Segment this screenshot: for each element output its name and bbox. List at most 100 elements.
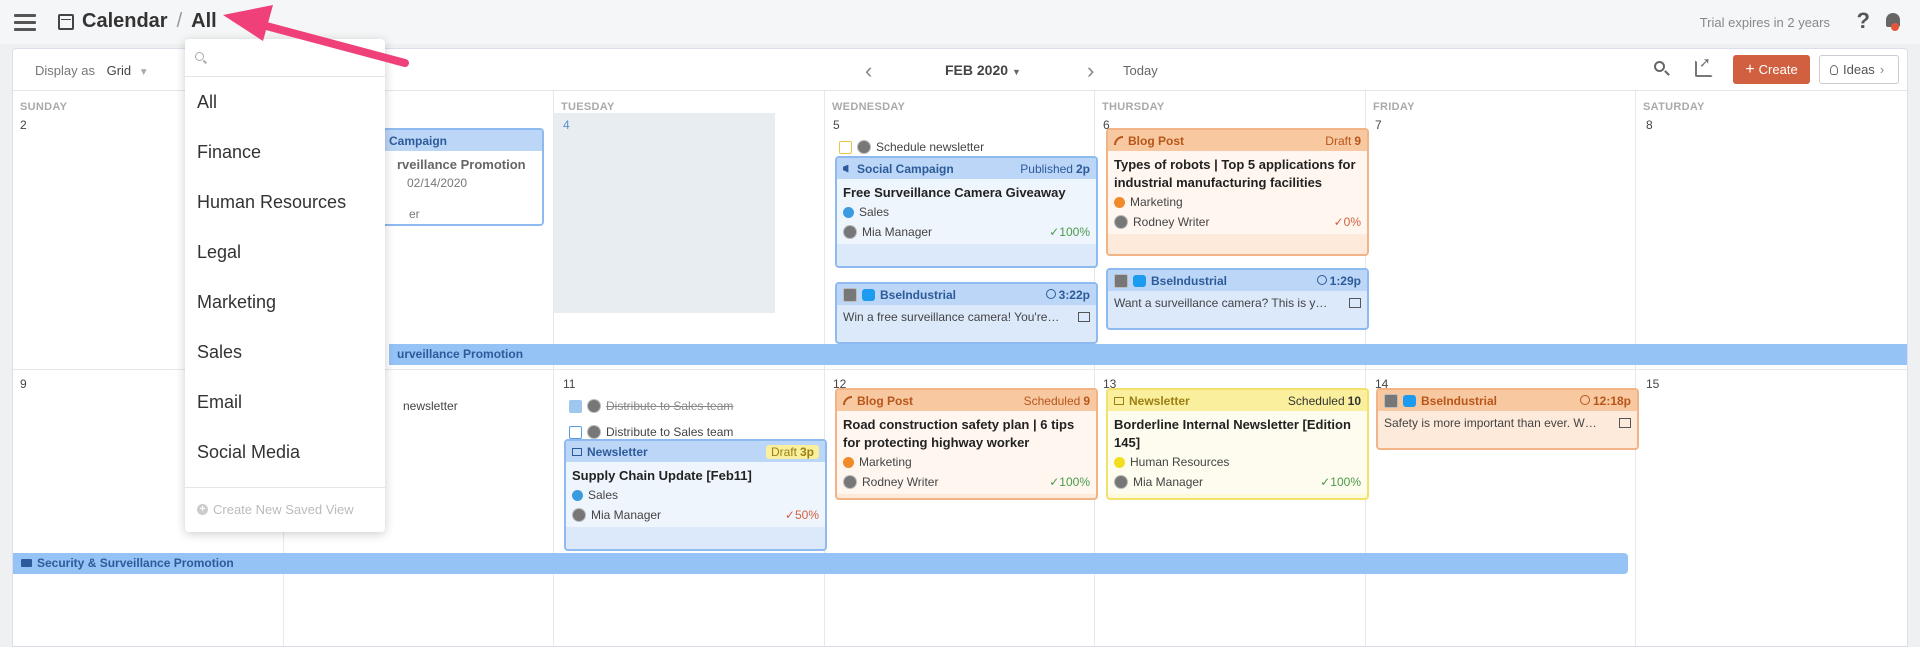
- date-number: 9: [20, 377, 27, 391]
- view-option-legal[interactable]: Legal: [185, 227, 385, 277]
- social-campaign-card[interactable]: Social Campaign Published 2p Free Surveill…: [835, 156, 1098, 268]
- avatar: [843, 475, 857, 489]
- next-month-button[interactable]: ›: [1087, 58, 1094, 84]
- task-checkbox-checked[interactable]: [569, 399, 582, 413]
- month-selector[interactable]: FEB 2020 ▼: [945, 62, 1021, 78]
- card-owner: Rodney Writer: [862, 475, 939, 489]
- day-header: SUNDAY: [20, 101, 68, 113]
- blog-post-card[interactable]: Blog Post Scheduled 9 Road construction sa…: [835, 388, 1098, 500]
- hr-dot-icon: [1114, 456, 1125, 468]
- card-header: Blog Post Draft 9: [1108, 130, 1367, 151]
- card-tag: Human Resources: [1130, 455, 1230, 469]
- card-status-value: 9: [1354, 133, 1361, 148]
- share-icon[interactable]: [1695, 54, 1713, 77]
- view-option-social-media[interactable]: Social Media: [185, 427, 385, 477]
- task-label: Distribute to Sales team: [606, 399, 734, 413]
- display-as-selector[interactable]: Display as Grid ▼: [35, 63, 149, 78]
- card-status: Draft: [770, 444, 797, 459]
- plus-icon: +: [1745, 61, 1755, 78]
- date-number: 8: [1646, 118, 1653, 132]
- card-title: Supply Chain Update [Feb11]: [572, 468, 752, 483]
- card-status: Scheduled: [1023, 393, 1081, 408]
- card-status-value: 10: [1347, 393, 1361, 408]
- task-item-done[interactable]: Distribute to Sales team: [569, 399, 733, 413]
- card-type: Blog Post: [857, 393, 913, 408]
- today-button[interactable]: Today: [1123, 63, 1158, 78]
- rss-icon: [843, 396, 852, 405]
- breadcrumb-separator: /: [176, 10, 183, 32]
- chevron-down-icon: ▼: [138, 67, 149, 78]
- display-as-value[interactable]: Grid: [107, 63, 132, 78]
- view-option-marketing[interactable]: Marketing: [185, 277, 385, 327]
- newsletter-card[interactable]: Newsletter Scheduled 10 Borderline Interna…: [1106, 388, 1369, 500]
- create-saved-view-button[interactable]: + Create New Saved View: [197, 502, 354, 517]
- card-snippet: Win a free surveillance camera! You're…: [843, 310, 1060, 324]
- help-icon[interactable]: ?: [1857, 8, 1870, 34]
- lightbulb-icon: [1830, 65, 1838, 75]
- previous-month-button[interactable]: ‹: [865, 58, 872, 84]
- card-tag: Sales: [588, 488, 619, 502]
- blog-post-card[interactable]: Blog Post Draft 9 Types of robots | Top 5 …: [1106, 128, 1369, 256]
- image-icon: [1619, 418, 1631, 428]
- card-header: BseIndustrial 1:29p: [1108, 270, 1367, 291]
- marketing-dot-icon: [843, 456, 854, 468]
- card-header: Blog Post Scheduled 9: [837, 390, 1096, 411]
- ideas-label: Ideas: [1843, 62, 1875, 77]
- clock-icon: [1579, 394, 1590, 405]
- sales-dot-icon: [572, 489, 583, 501]
- chevron-right-icon: ›: [1879, 62, 1885, 77]
- date-number: 7: [1375, 118, 1382, 132]
- tweet-card[interactable]: BseIndustrial 12:18p Safety is more impor…: [1376, 388, 1639, 450]
- month-label: FEB 2020: [945, 62, 1009, 78]
- task-item[interactable]: Schedule newsletter: [839, 140, 984, 154]
- trial-notice: Trial expires in 2 years: [1699, 15, 1830, 30]
- task-checkbox[interactable]: [839, 140, 852, 154]
- calendar-icon: [58, 13, 74, 30]
- card-account: BseIndustrial: [880, 287, 957, 302]
- date-number: 2: [20, 118, 27, 132]
- ideas-button[interactable]: Ideas ›: [1819, 55, 1899, 84]
- day-header: WEDNESDAY: [832, 101, 906, 113]
- card-date: 02/14/2020: [407, 176, 468, 190]
- card-header: Newsletter Scheduled 10: [1108, 390, 1367, 411]
- card-title: Free Surveillance Camera Giveaway: [843, 185, 1066, 200]
- menu-icon[interactable]: [14, 14, 36, 31]
- card-type: Newsletter: [1129, 393, 1190, 408]
- notification-bell-icon[interactable]: [1884, 11, 1902, 31]
- card-account: BseIndustrial: [1151, 273, 1228, 288]
- avatar: [1114, 215, 1128, 229]
- tweet-card[interactable]: BseIndustrial 3:22p Win a free surveillan…: [835, 282, 1098, 344]
- view-option-all[interactable]: All: [185, 77, 385, 127]
- card-owner: Mia Manager: [862, 225, 933, 239]
- campaign-span-bar[interactable]: urveillance Promotion: [389, 344, 1907, 365]
- card-title: rveillance Promotion: [397, 157, 526, 172]
- search-icon[interactable]: [1653, 60, 1671, 78]
- card-title: Road construction safety plan | 6 tips f…: [843, 417, 1075, 450]
- task-item[interactable]: Distribute to Sales team: [569, 425, 733, 439]
- breadcrumb-view-selector[interactable]: All: [191, 10, 217, 33]
- view-option-human-resources[interactable]: Human Resources: [185, 177, 385, 227]
- plus-circle-icon: +: [197, 504, 208, 515]
- view-option-sales[interactable]: Sales: [185, 327, 385, 377]
- card-owner: Rodney Writer: [1133, 215, 1210, 229]
- create-button[interactable]: + Create: [1733, 55, 1810, 84]
- task-item[interactable]: newsletter: [403, 399, 458, 413]
- card-title: Borderline Internal Newsletter [Edition …: [1114, 417, 1351, 450]
- card-header: BseIndustrial 3:22p: [837, 284, 1096, 305]
- view-option-email[interactable]: Email: [185, 377, 385, 427]
- twitter-icon: [862, 288, 875, 301]
- card-status: Published: [1020, 161, 1073, 176]
- card-time: 1:29p: [1329, 273, 1361, 288]
- card-snippet: Want a surveillance camera? This is y…: [1114, 296, 1328, 310]
- avatar: [587, 399, 601, 413]
- newsletter-icon: [1114, 396, 1124, 405]
- task-checkbox[interactable]: [569, 425, 582, 439]
- tweet-card[interactable]: BseIndustrial 1:29p Want a surveillance c…: [1106, 268, 1369, 330]
- avatar: [1114, 273, 1128, 288]
- view-option-finance[interactable]: Finance: [185, 127, 385, 177]
- campaign-span-bar[interactable]: Security & Surveillance Promotion: [13, 553, 1628, 574]
- saved-view-dropdown: All Finance Human Resources Legal Market…: [185, 39, 385, 532]
- card-progress: 100%: [1059, 475, 1090, 489]
- newsletter-card[interactable]: Newsletter Draft 3p Supply Chain Update [F…: [564, 439, 827, 551]
- breadcrumb-calendar[interactable]: Calendar: [82, 10, 168, 33]
